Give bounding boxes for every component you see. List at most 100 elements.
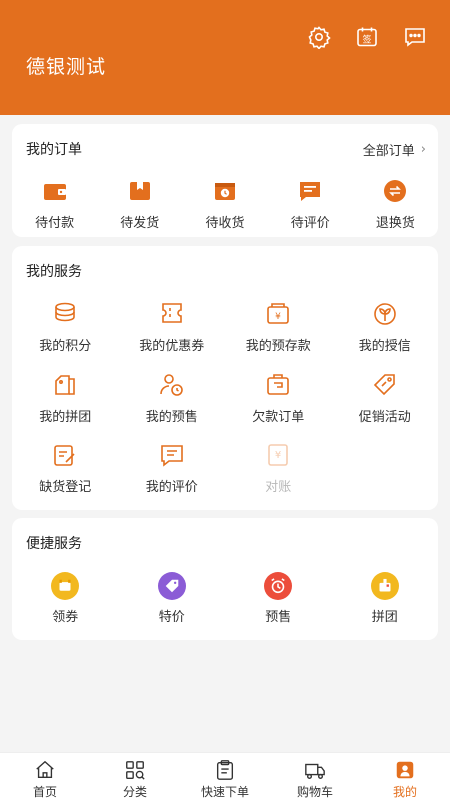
service-label: 欠款订单 <box>252 410 305 425</box>
tab-category[interactable]: 分类 <box>90 753 180 800</box>
tab-label: 购物车 <box>296 785 333 799</box>
group-buy-icon <box>370 572 399 600</box>
services-row-2: 我的拼团 我的预售 欠款订单 促销活动 <box>12 370 438 425</box>
service-label: 我的授信 <box>358 339 411 354</box>
orders-card: 我的订单 全部订单 › 待付款 待发货 待收货 待评价 退换货 <box>12 124 438 237</box>
comment-icon <box>295 176 325 206</box>
tab-label: 分类 <box>122 785 147 799</box>
svg-text:¥: ¥ <box>275 450 281 461</box>
service-label: 对账 <box>265 480 292 495</box>
tab-home[interactable]: 首页 <box>0 753 90 800</box>
exchange-icon <box>380 176 410 206</box>
service-label: 我的拼团 <box>39 410 92 425</box>
wallet-icon <box>40 176 70 206</box>
order-pending-review[interactable]: 待评价 <box>268 176 353 231</box>
order-item-label: 待收货 <box>205 216 245 231</box>
quick-label: 特价 <box>158 610 185 625</box>
credit-icon <box>370 299 400 329</box>
service-my-reviews[interactable]: 我的评价 <box>119 440 226 495</box>
services-title: 我的服务 <box>26 264 82 280</box>
quick-row: 领券 特价 预售 拼团 <box>12 572 438 625</box>
service-label: 缺货登记 <box>39 480 92 495</box>
promotion-tag-icon <box>370 370 400 400</box>
sign-in-icon[interactable]: 签 <box>354 24 380 50</box>
service-label: 我的预存款 <box>245 339 311 354</box>
services-card: 我的服务 我的积分 我的优惠券 ¥ 我的预存款 我的授信 我的拼团 我的预售 欠… <box>12 246 438 510</box>
cart-truck-icon <box>305 763 325 779</box>
quick-get-coupon[interactable]: 领券 <box>12 572 119 625</box>
service-label: 我的预售 <box>145 410 198 425</box>
service-label: 我的评价 <box>145 480 198 495</box>
service-debt-orders[interactable]: 欠款订单 <box>225 370 332 425</box>
gear-icon[interactable] <box>306 24 332 50</box>
deposit-icon: ¥ <box>263 299 293 329</box>
header-actions: 签 <box>306 24 428 50</box>
tab-label: 快速下单 <box>200 785 249 799</box>
coins-icon <box>50 299 80 329</box>
package-icon <box>125 176 155 206</box>
tab-label: 我的 <box>392 785 417 799</box>
quick-special-price[interactable]: 特价 <box>119 572 226 625</box>
order-item-label: 退换货 <box>375 216 415 231</box>
service-label: 我的积分 <box>39 339 92 354</box>
register-icon <box>50 440 80 470</box>
home-icon <box>36 760 54 779</box>
special-price-icon <box>157 572 186 600</box>
quick-presale[interactable]: 预售 <box>225 572 332 625</box>
service-presale[interactable]: 我的预售 <box>119 370 226 425</box>
orders-title: 我的订单 <box>26 142 82 158</box>
svg-text:¥: ¥ <box>275 312 281 322</box>
quick-services-card: 便捷服务 领券 特价 预售 拼团 <box>12 518 438 640</box>
order-pending-payment[interactable]: 待付款 <box>12 176 97 231</box>
order-item-label: 待发货 <box>120 216 160 231</box>
coupon-icon <box>157 299 187 329</box>
presale-clock-icon <box>264 572 293 600</box>
quick-group-buy[interactable]: 拼团 <box>332 572 439 625</box>
tab-mine[interactable]: 我的 <box>360 753 450 800</box>
services-row-1: 我的积分 我的优惠券 ¥ 我的预存款 我的授信 <box>12 299 438 354</box>
mine-icon <box>396 761 414 779</box>
bottom-tab-bar: 首页 分类 快速下单 购物车 我的 <box>0 752 450 800</box>
order-return-exchange[interactable]: 退换货 <box>353 176 438 231</box>
services-row-3: 缺货登记 我的评价 ¥ 对账 <box>12 440 438 495</box>
get-coupon-icon <box>51 572 80 600</box>
service-reconcile[interactable]: ¥ 对账 <box>225 440 332 495</box>
tab-label: 首页 <box>32 785 57 799</box>
category-icon <box>126 761 145 780</box>
all-orders-label: 全部订单 <box>362 144 415 159</box>
orders-row: 待付款 待发货 待收货 待评价 退换货 <box>12 176 438 231</box>
quick-label: 领券 <box>52 610 79 625</box>
order-item-label: 待付款 <box>35 216 75 231</box>
profile-header: 签 德银测试 <box>0 0 450 115</box>
sign-label: 签 <box>362 34 371 46</box>
tab-cart[interactable]: 购物车 <box>270 753 360 800</box>
box-clock-icon <box>210 176 240 206</box>
tab-quick-order[interactable]: 快速下单 <box>180 753 270 800</box>
service-credit[interactable]: 我的授信 <box>332 299 439 354</box>
presale-icon <box>157 370 187 400</box>
quick-order-icon <box>216 760 234 780</box>
service-stockout-register[interactable]: 缺货登记 <box>12 440 119 495</box>
order-pending-shipment[interactable]: 待发货 <box>97 176 182 231</box>
chevron-right-icon: › <box>420 142 426 157</box>
service-label: 促销活动 <box>358 410 411 425</box>
service-promotions[interactable]: 促销活动 <box>332 370 439 425</box>
service-group-buy[interactable]: 我的拼团 <box>12 370 119 425</box>
reconcile-icon: ¥ <box>263 440 293 470</box>
quick-label: 预售 <box>265 610 292 625</box>
review-icon <box>157 440 187 470</box>
debt-order-icon <box>263 370 293 400</box>
order-pending-receipt[interactable]: 待收货 <box>182 176 267 231</box>
service-points[interactable]: 我的积分 <box>12 299 119 354</box>
order-item-label: 待评价 <box>290 216 330 231</box>
all-orders-link[interactable]: 全部订单 › <box>363 140 426 159</box>
message-icon[interactable] <box>402 24 428 50</box>
service-empty-slot <box>332 440 439 495</box>
group-icon <box>50 370 80 400</box>
service-label: 我的优惠券 <box>139 339 205 354</box>
service-deposit[interactable]: ¥ 我的预存款 <box>225 299 332 354</box>
service-coupons[interactable]: 我的优惠券 <box>119 299 226 354</box>
store-name[interactable]: 德银测试 <box>26 52 106 79</box>
quick-title: 便捷服务 <box>26 536 82 552</box>
quick-label: 拼团 <box>371 610 398 625</box>
